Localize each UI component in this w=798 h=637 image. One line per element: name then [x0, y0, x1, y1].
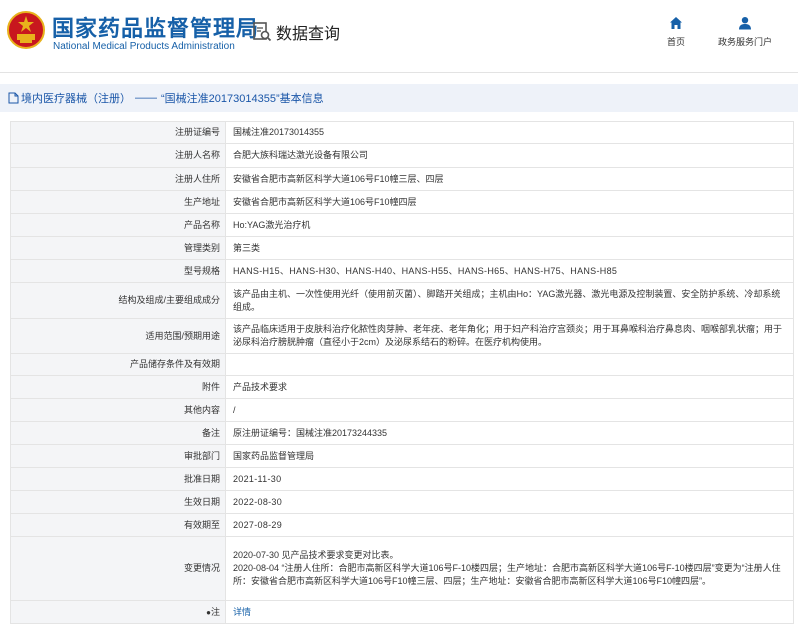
- table-row: 生效日期 2022-08-30: [10, 490, 794, 514]
- breadcrumb-separator: ——: [135, 92, 157, 104]
- table-row: 适用范围/预期用途 该产品临床适用于皮肤科治疗化脓性肉芽肿、老年疣、老年角化；用…: [10, 318, 794, 354]
- record-detail-table: 注册证编号 国械注准20173014355 注册人名称 合肥大族科瑞达激光设备有…: [10, 121, 794, 624]
- table-row: 型号规格 HANS-H15、HANS-H30、HANS-H40、HANS-H55…: [10, 259, 794, 283]
- field-label: ●注: [10, 600, 226, 624]
- table-row: 产品储存条件及有效期: [10, 353, 794, 376]
- table-row: 有效期至 2027-08-29: [10, 513, 794, 537]
- field-value: 国械注准20173014355: [225, 121, 794, 144]
- field-value: 2020-07-30 见产品技术要求变更对比表。 2020-08-04 “注册人…: [225, 536, 794, 601]
- table-row: 备注 原注册证编号：国械注准20173244335: [10, 421, 794, 445]
- field-label: 注册证编号: [10, 121, 226, 144]
- field-value: 产品技术要求: [225, 375, 794, 399]
- field-value: 国家药品监督管理局: [225, 444, 794, 468]
- document-search-icon: [253, 22, 272, 42]
- field-value: 2021-11-30: [225, 467, 794, 491]
- field-value: 第三类: [225, 236, 794, 260]
- table-row: 审批部门 国家药品监督管理局: [10, 444, 794, 468]
- nav-government-portal[interactable]: 政务服务门户: [718, 16, 772, 48]
- field-label: 产品名称: [10, 213, 226, 237]
- field-value: 详情: [225, 600, 794, 624]
- field-label: 注册人名称: [10, 143, 226, 168]
- nav-home-label: 首页: [667, 37, 686, 47]
- site-subtitle: National Medical Products Administration: [53, 41, 235, 52]
- table-row: 管理类别 第三类: [10, 236, 794, 260]
- site-title: 国家药品监督管理局: [52, 16, 260, 41]
- field-label: 有效期至: [10, 513, 226, 537]
- document-icon: [8, 92, 19, 104]
- header-divider: [0, 72, 798, 73]
- table-row: 注册人名称 合肥大族科瑞达激光设备有限公司: [10, 143, 794, 168]
- table-row: 注册人住所 安徽省合肥市高新区科学大道106号F10幢三层、四层: [10, 167, 794, 191]
- field-value: 该产品由主机、一次性使用光纤（使用前灭菌）、脚踏开关组成；主机由Ho：YAG激光…: [225, 282, 794, 319]
- field-value: 2027-08-29: [225, 513, 794, 537]
- table-row: 结构及组成/主要组成成分 该产品由主机、一次性使用光纤（使用前灭菌）、脚踏开关组…: [10, 282, 794, 319]
- field-label-text: 注: [210, 606, 220, 617]
- field-value: /: [225, 398, 794, 422]
- home-icon: [670, 17, 682, 29]
- field-label: 型号规格: [10, 259, 226, 283]
- user-icon: [739, 17, 751, 30]
- data-query-label: 数据查询: [276, 26, 341, 43]
- field-label: 批准日期: [10, 467, 226, 491]
- nav-government-portal-label: 政务服务门户: [718, 37, 773, 47]
- field-label: 变更情况: [10, 536, 226, 601]
- field-label: 管理类别: [10, 236, 226, 260]
- field-label: 其他内容: [10, 398, 226, 422]
- nav-home[interactable]: 首页: [667, 16, 685, 48]
- field-value: 原注册证编号：国械注准20173244335: [225, 421, 794, 445]
- table-row: 注册证编号 国械注准20173014355: [10, 121, 794, 144]
- table-row: 其他内容 /: [10, 398, 794, 422]
- details-link[interactable]: 详情: [233, 607, 251, 617]
- site-header: 国家药品监督管理局 National Medical Products Admi…: [0, 0, 798, 72]
- field-value: 合肥大族科瑞达激光设备有限公司: [225, 143, 794, 168]
- record-breadcrumb: 境内医疗器械（注册） —— “国械注准20173014355”基本信息: [0, 84, 798, 112]
- field-label: 适用范围/预期用途: [10, 318, 226, 354]
- table-row: 批准日期 2021-11-30: [10, 467, 794, 491]
- field-label: 附件: [10, 375, 226, 399]
- table-row: 附件 产品技术要求: [10, 375, 794, 399]
- field-value: 安徽省合肥市高新区科学大道106号F10幢三层、四层: [225, 167, 794, 191]
- field-value: 该产品临床适用于皮肤科治疗化脓性肉芽肿、老年疣、老年角化；用于妇产科治疗宫颈炎；…: [225, 318, 794, 354]
- field-value: [225, 353, 794, 376]
- field-label: 生产地址: [10, 190, 226, 214]
- field-label: 审批部门: [10, 444, 226, 468]
- national-emblem-logo: [7, 11, 45, 49]
- field-value: Ho:YAG激光治疗机: [225, 213, 794, 237]
- field-value: HANS-H15、HANS-H30、HANS-H40、HANS-H55、HANS…: [225, 259, 794, 283]
- field-label: 注册人住所: [10, 167, 226, 191]
- table-row: 产品名称 Ho:YAG激光治疗机: [10, 213, 794, 237]
- field-label: 产品储存条件及有效期: [10, 353, 226, 376]
- field-value: 安徽省合肥市高新区科学大道106号F10幢四层: [225, 190, 794, 214]
- table-row: 变更情况 2020-07-30 见产品技术要求变更对比表。 2020-08-04…: [10, 536, 794, 601]
- field-label: 结构及组成/主要组成成分: [10, 282, 226, 319]
- field-label: 备注: [10, 421, 226, 445]
- field-label: 生效日期: [10, 490, 226, 514]
- table-row: ●注 详情: [10, 600, 794, 624]
- table-row: 生产地址 安徽省合肥市高新区科学大道106号F10幢四层: [10, 190, 794, 214]
- breadcrumb-record-title: “国械注准20173014355”基本信息: [161, 93, 324, 105]
- data-query-link[interactable]: 数据查询: [252, 20, 340, 44]
- breadcrumb-category[interactable]: 境内医疗器械（注册）: [21, 90, 131, 106]
- field-value: 2022-08-30: [225, 490, 794, 514]
